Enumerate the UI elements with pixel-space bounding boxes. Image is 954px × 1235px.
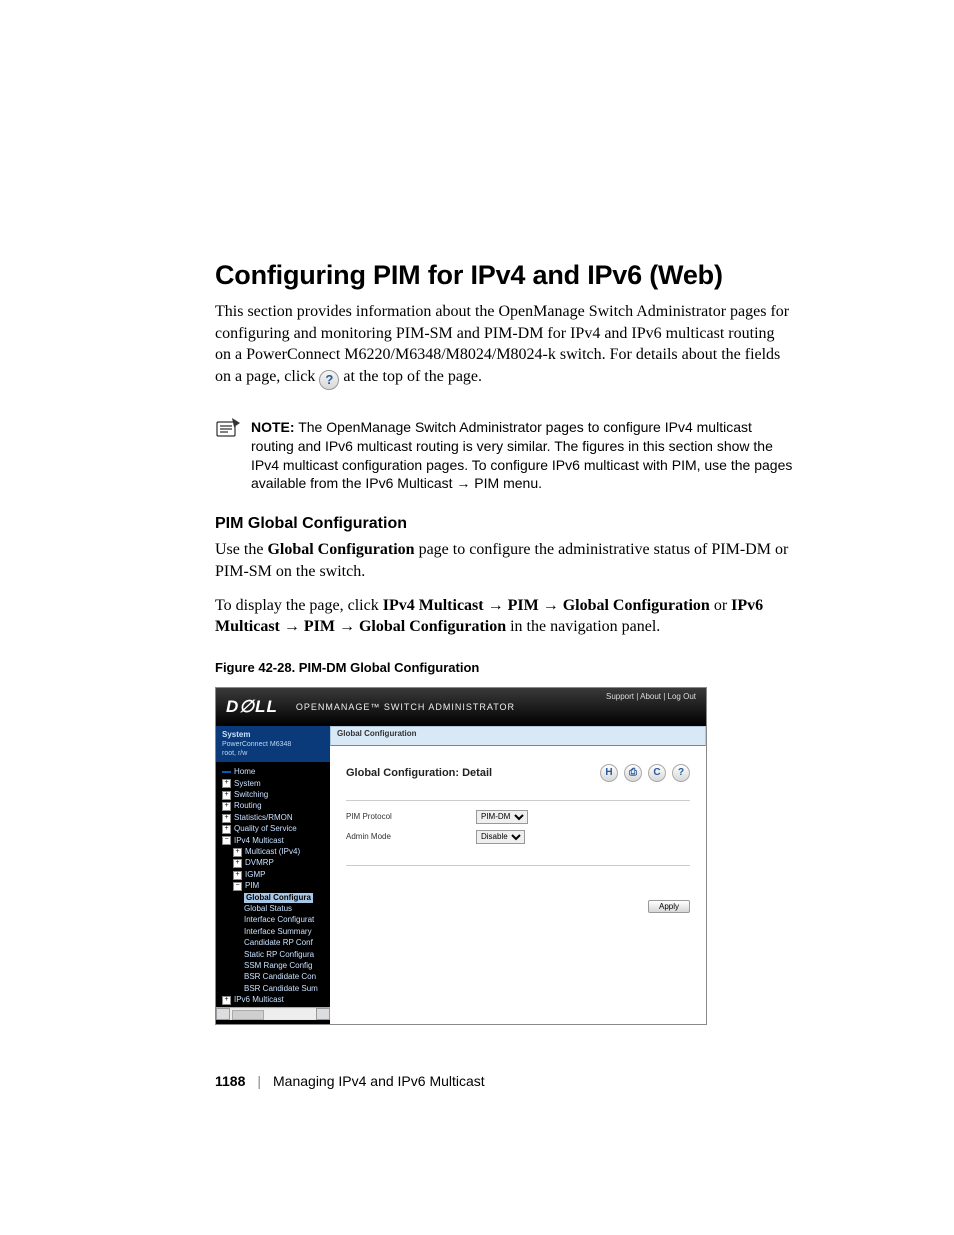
tree-home[interactable]: Home — [222, 767, 330, 778]
note-label: NOTE: — [251, 419, 295, 435]
print-icon[interactable]: ⎙ — [624, 764, 642, 782]
top-links[interactable]: Support | About | Log Out — [606, 692, 696, 701]
tree-candidate-rp[interactable]: Candidate RP Conf — [222, 938, 330, 949]
tree-switching[interactable]: +Switching — [222, 790, 330, 801]
tree-qos[interactable]: +Quality of Service — [222, 824, 330, 835]
section-subheading: PIM Global Configuration — [215, 515, 794, 533]
tree-global-status[interactable]: Global Status — [222, 904, 330, 915]
sidebar-system-header: System PowerConnect M6348 root, r/w — [216, 726, 330, 763]
tree-ipv4-multicast[interactable]: −IPv4 Multicast — [222, 836, 330, 847]
intro-text-1: This section provides information about … — [215, 303, 789, 385]
tree-interface-config[interactable]: Interface Configurat — [222, 915, 330, 926]
figure-caption: Figure 42-28. PIM-DM Global Configuratio… — [215, 660, 794, 675]
sidebar-hscroll[interactable]: < > — [216, 1007, 330, 1020]
tree-static-rp[interactable]: Static RP Configura — [222, 950, 330, 961]
row-admin-mode: Admin Mode Disable — [346, 827, 690, 847]
note-block: NOTE: The OpenManage Switch Administrato… — [215, 418, 794, 494]
tree-ssm-range[interactable]: SSM Range Config — [222, 961, 330, 972]
page-heading: Configuring PIM for IPv4 and IPv6 (Web) — [215, 260, 794, 291]
tree-ipv6-multicast[interactable]: +IPv6 Multicast — [222, 995, 330, 1006]
note-icon — [215, 418, 241, 438]
tree-global-config[interactable]: Global Configura — [222, 893, 330, 904]
tree-stats[interactable]: +Statistics/RMON — [222, 813, 330, 824]
admin-mode-select[interactable]: Disable — [476, 830, 525, 844]
embedded-screenshot: D∅LL OPENMANAGE™ SWITCH ADMINISTRATOR Su… — [215, 687, 707, 1025]
tree-system[interactable]: +System — [222, 779, 330, 790]
admin-mode-label: Admin Mode — [346, 832, 476, 841]
chapter-title: Managing IPv4 and IPv6 Multicast — [273, 1073, 485, 1089]
pim-protocol-select[interactable]: PIM-DM — [476, 810, 528, 824]
tree-igmp[interactable]: +IGMP — [222, 870, 330, 881]
page-number: 1188 — [215, 1073, 245, 1089]
help-icon: ? — [319, 370, 339, 390]
save-icon[interactable]: H — [600, 764, 618, 782]
tree-interface-summary[interactable]: Interface Summary — [222, 927, 330, 938]
nav-tree: Home +System +Switching +Routing +Statis… — [216, 762, 330, 1006]
paragraph-1: Use the Global Configuration page to con… — [215, 539, 794, 582]
tree-bsr-cand-sum[interactable]: BSR Candidate Sum — [222, 984, 330, 995]
ss-topbar: D∅LL OPENMANAGE™ SWITCH ADMINISTRATOR Su… — [216, 688, 706, 726]
row-pim-protocol: PIM Protocol PIM-DM — [346, 807, 690, 827]
tree-routing[interactable]: +Routing — [222, 801, 330, 812]
divider — [346, 865, 690, 866]
active-tab[interactable]: Global Configuration — [330, 726, 706, 746]
detail-header: Global Configuration: Detail — [346, 767, 492, 779]
scroll-right-icon[interactable]: > — [316, 1008, 330, 1020]
app-title: OPENMANAGE™ SWITCH ADMINISTRATOR — [296, 702, 515, 712]
refresh-icon[interactable]: C — [648, 764, 666, 782]
page-footer: 1188 | Managing IPv4 and IPv6 Multicast — [215, 1073, 794, 1089]
tree-dvmrp[interactable]: +DVMRP — [222, 858, 330, 869]
pim-protocol-label: PIM Protocol — [346, 812, 476, 821]
paragraph-2: To display the page, click IPv4 Multicas… — [215, 595, 794, 638]
note-body: The OpenManage Switch Administrator page… — [251, 419, 792, 492]
tree-multicast-ipv4[interactable]: +Multicast (IPv4) — [222, 847, 330, 858]
tree-bsr-cand-conf[interactable]: BSR Candidate Con — [222, 972, 330, 983]
intro-paragraph: This section provides information about … — [215, 301, 794, 390]
divider — [346, 800, 690, 801]
main-panel: Global Configuration Global Configuratio… — [330, 726, 706, 1024]
help-icon[interactable]: ? — [672, 764, 690, 782]
tree-pim[interactable]: −PIM — [222, 881, 330, 892]
scroll-left-icon[interactable]: < — [216, 1008, 230, 1020]
intro-text-2: at the top of the page. — [343, 368, 482, 385]
apply-button[interactable]: Apply — [648, 900, 690, 913]
sidebar: System PowerConnect M6348 root, r/w Home… — [216, 726, 330, 1024]
dell-logo: D∅LL — [226, 697, 278, 717]
